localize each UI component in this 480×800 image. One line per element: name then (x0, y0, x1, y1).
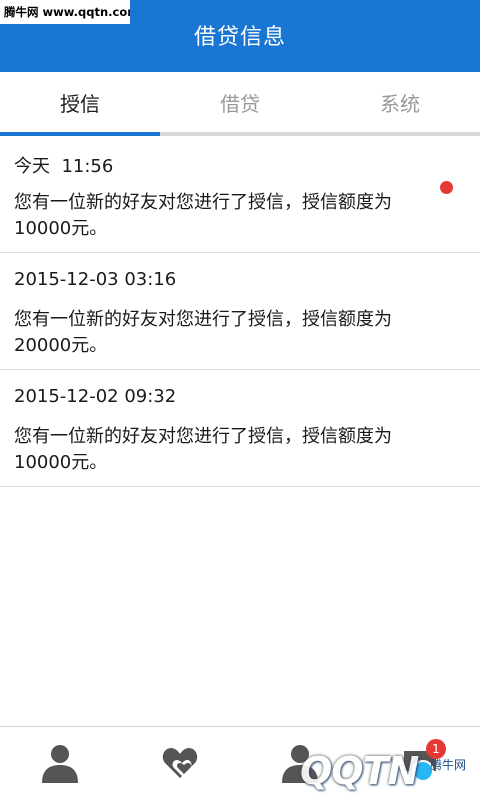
tab-credit[interactable]: 授信 (0, 72, 160, 136)
tab-loan[interactable]: 借贷 (160, 72, 320, 136)
message-time: 2015-12-03 03:16 (14, 269, 177, 290)
nav-item-friends[interactable] (120, 727, 240, 800)
nav-item-profile[interactable] (0, 727, 120, 800)
message-body: 您有一位新的好友对您进行了授信，授信额度为10000元。 (14, 426, 392, 473)
watermark-logo: QQTN (300, 749, 419, 793)
message-list: 今天 11:56 您有一位新的好友对您进行了授信，授信额度为10000元。 20… (0, 136, 480, 487)
tab-bar: 授信 借贷 系统 (0, 72, 480, 136)
message-item[interactable]: 2015-12-03 03:16 您有一位新的好友对您进行了授信，授信额度为20… (0, 253, 480, 370)
watermark-top-left: 腾牛网 www.qqtn.com (0, 0, 130, 24)
message-time: 2015-12-02 09:32 (14, 386, 177, 407)
message-body: 您有一位新的好友对您进行了授信，授信额度为10000元。 (14, 192, 392, 239)
tab-system[interactable]: 系统 (320, 72, 480, 136)
person-icon (42, 745, 78, 783)
unread-dot (440, 181, 453, 194)
watermark-logo-sub: 腾牛网 (430, 758, 467, 772)
message-item[interactable]: 2015-12-02 09:32 您有一位新的好友对您进行了授信，授信额度为10… (0, 370, 480, 487)
message-item[interactable]: 今天 11:56 您有一位新的好友对您进行了授信，授信额度为10000元。 (0, 136, 480, 253)
message-time: 今天 11:56 (14, 156, 114, 177)
hearts-icon (162, 748, 198, 778)
message-body: 您有一位新的好友对您进行了授信，授信额度为20000元。 (14, 309, 392, 356)
